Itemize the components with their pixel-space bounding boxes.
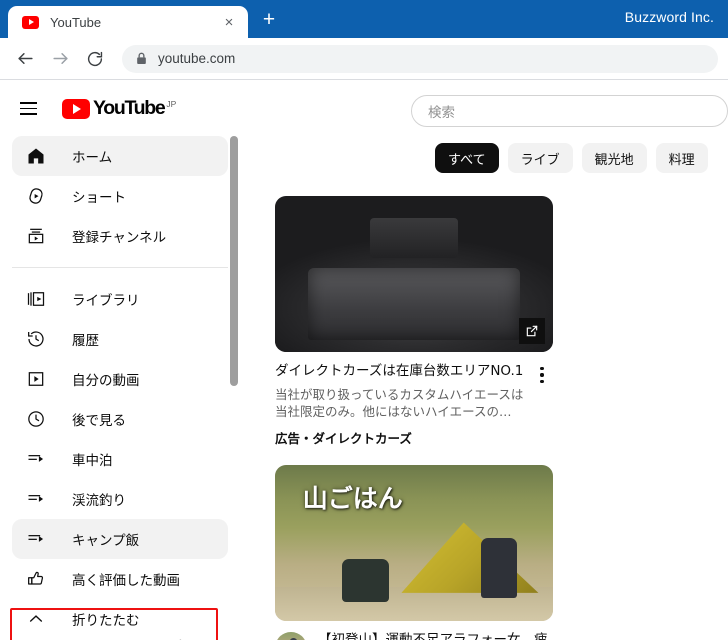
sidebar-item-collapse[interactable]: 折りたたむ	[12, 599, 228, 639]
sidebar-item-playlist-keiryuzuri[interactable]: 渓流釣り	[12, 479, 228, 519]
sidebar-item-playlist-shachuhaku[interactable]: 車中泊	[12, 439, 228, 479]
video-card-text: ダイレクトカーズは在庫台数エリアNO.1 当社が取り扱っているカスタムハイエース…	[275, 363, 531, 447]
browser-window: YouTube × + Buzzword Inc. youtube.com Yo…	[0, 0, 728, 640]
youtube-play-icon	[62, 99, 90, 119]
close-icon[interactable]: ×	[218, 11, 240, 33]
sidebar-item-label: ライブラリ	[72, 293, 140, 309]
youtube-header: YouTube JP	[0, 81, 240, 136]
sidebar-item-shorts[interactable]: ショート	[12, 176, 228, 216]
sidebar-nav: ホーム ショート 登録チャンネル ライブラリ 履歴 自分の動画 後で見る 車中泊…	[0, 136, 240, 639]
tab-strip: YouTube × +	[0, 0, 284, 38]
sidebar-item-home[interactable]: ホーム	[12, 136, 228, 176]
browser-tab-youtube[interactable]: YouTube ×	[8, 6, 248, 38]
new-tab-button[interactable]: +	[254, 5, 284, 35]
watch-later-icon	[24, 407, 48, 431]
video-card-hiking[interactable]: 山ごはん 【初登山】運動不足アラフォー女 疲れ切って食べる ななみはんチャンネル…	[275, 465, 553, 640]
sidebar-item-label: 渓流釣り	[72, 493, 126, 509]
video-more-options-icon[interactable]	[531, 363, 553, 447]
library-icon	[24, 287, 48, 311]
browser-titlebar: YouTube × + Buzzword Inc.	[0, 0, 728, 38]
search-row: 検索	[265, 81, 728, 133]
shorts-icon	[24, 184, 48, 208]
sidebar-item-your-videos[interactable]: 自分の動画	[12, 359, 228, 399]
video-card-body: ダイレクトカーズは在庫台数エリアNO.1 当社が取り扱っているカスタムハイエース…	[275, 363, 553, 447]
sidebar-item-label: ホーム	[72, 150, 113, 166]
search-placeholder: 検索	[428, 105, 455, 121]
tab-title: YouTube	[50, 14, 102, 30]
video-grid: ダイレクトカーズは在庫台数エリアNO.1 当社が取り扱っているカスタムハイエース…	[265, 196, 728, 640]
filter-chip-all[interactable]: すべて	[435, 143, 499, 173]
video-title[interactable]: 【初登山】運動不足アラフォー女 疲れ切って食べる	[318, 632, 553, 640]
sidebar-item-label: 履歴	[72, 333, 99, 349]
video-card-body: 【初登山】運動不足アラフォー女 疲れ切って食べる ななみはんチャンネル 3.6万…	[275, 632, 553, 640]
youtube-wordmark: YouTube	[93, 97, 166, 119]
page-viewport: YouTube JP ホーム ショート 登録チャンネル ライブラリ 履歴 自分の…	[0, 81, 728, 640]
youtube-icon	[22, 15, 39, 29]
avatar[interactable]	[275, 632, 307, 640]
address-bar-url: youtube.com	[158, 51, 236, 66]
playlist-icon	[24, 487, 48, 511]
external-link-icon[interactable]	[519, 318, 545, 344]
back-icon[interactable]	[10, 44, 40, 74]
filter-chip-row: すべて ライブ 観光地 料理	[265, 141, 728, 175]
sidebar-item-playlist-campmeshi[interactable]: キャンプ飯	[12, 519, 228, 559]
sidebar-item-label: 車中泊	[72, 453, 113, 469]
sidebar-item-library[interactable]: ライブラリ	[12, 279, 228, 319]
sidebar-item-label: ショート	[72, 190, 126, 206]
search-input[interactable]: 検索	[411, 95, 728, 127]
sidebar-item-label: 高く評価した動画	[72, 573, 180, 589]
video-thumbnail[interactable]: 山ごはん	[275, 465, 553, 621]
sidebar-scrollbar[interactable]	[230, 136, 238, 386]
sidebar-item-label: キャンプ飯	[72, 533, 140, 549]
main-content: 検索 すべて ライブ 観光地 料理 ダイレクトカーズは在庫台数エリアNO.1 当…	[240, 81, 728, 640]
sidebar-item-label: 折りたたむ	[72, 613, 140, 629]
thumbnail-image-van-interior	[275, 196, 553, 352]
history-icon	[24, 327, 48, 351]
lock-icon	[136, 52, 147, 65]
home-icon	[24, 144, 48, 168]
your-videos-icon	[24, 367, 48, 391]
forward-icon[interactable]	[45, 44, 75, 74]
sidebar-item-label: 後で見る	[72, 413, 126, 429]
thumbs-up-icon	[24, 567, 48, 591]
playlist-icon	[24, 447, 48, 471]
window-brand-label: Buzzword Inc.	[624, 9, 714, 25]
sidebar-item-history[interactable]: 履歴	[12, 319, 228, 359]
browser-toolbar: youtube.com	[0, 38, 728, 80]
youtube-country-code: JP	[166, 99, 177, 109]
sidebar-item-watch-later[interactable]: 後で見る	[12, 399, 228, 439]
chevron-up-icon	[24, 607, 48, 631]
video-description: 当社が取り扱っているカスタムハイエースは当社限定のみ。他にはないハイエースの…	[275, 387, 524, 419]
hamburger-icon[interactable]	[20, 97, 44, 121]
filter-chip-live[interactable]: ライブ	[507, 143, 573, 173]
video-card-text: 【初登山】運動不足アラフォー女 疲れ切って食べる ななみはんチャンネル 3.6万…	[318, 632, 553, 640]
video-sponsor-label: 広告・ダイレクトカーズ	[275, 431, 412, 446]
reload-icon[interactable]	[80, 44, 110, 74]
filter-chip-sightseeing[interactable]: 観光地	[581, 143, 647, 173]
video-card-sponsored[interactable]: ダイレクトカーズは在庫台数エリアNO.1 当社が取り扱っているカスタムハイエース…	[275, 196, 553, 447]
playlist-icon	[24, 527, 48, 551]
video-title[interactable]: ダイレクトカーズは在庫台数エリアNO.1	[275, 363, 531, 380]
filter-chip-cooking[interactable]: 料理	[655, 143, 708, 173]
subscriptions-icon	[24, 224, 48, 248]
video-thumbnail[interactable]	[275, 196, 553, 352]
address-bar[interactable]: youtube.com	[122, 44, 718, 73]
thumbnail-overlay-text: 山ごはん	[302, 484, 403, 514]
youtube-sidebar: YouTube JP ホーム ショート 登録チャンネル ライブラリ 履歴 自分の…	[0, 81, 240, 640]
sidebar-item-label: 登録チャンネル	[72, 230, 167, 246]
sidebar-item-label: 自分の動画	[72, 373, 140, 389]
youtube-logo[interactable]: YouTube JP	[62, 98, 176, 119]
sidebar-item-liked-videos[interactable]: 高く評価した動画	[12, 559, 228, 599]
sidebar-divider	[12, 267, 228, 268]
sidebar-item-subscriptions[interactable]: 登録チャンネル	[12, 216, 228, 256]
